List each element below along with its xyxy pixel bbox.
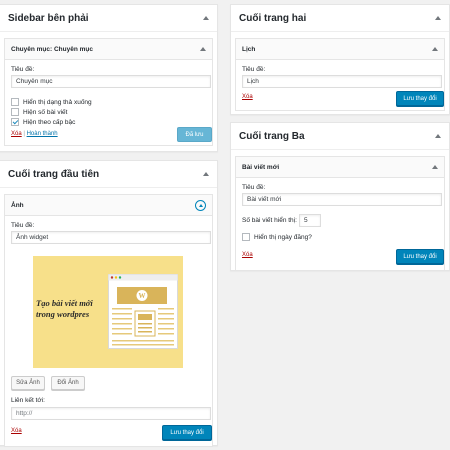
recent-posts-widget: Bài viết mới Tiêu đề: Bài viết mới Số bà… [235, 156, 445, 271]
checkbox-label: Hiện số bài viết [23, 108, 68, 116]
show-date-option[interactable]: Hiển thị ngày đăng? [242, 233, 438, 241]
collapse-arrow-icon[interactable] [203, 172, 209, 176]
post-count-label: Số bài viết hiển thị: [242, 217, 297, 224]
collapse-arrow-icon[interactable] [435, 134, 441, 138]
delete-link[interactable]: Xóa [11, 428, 22, 434]
title-label: Tiêu đề: [11, 66, 35, 73]
image-widget: Ảnh Tiêu đề: Ảnh widget Tạo bài viết mới… [4, 194, 213, 447]
title-label: Tiêu đề: [242, 184, 266, 191]
save-changes-button[interactable]: Lưu thay đổi [396, 91, 444, 106]
title-input[interactable]: Bài viết mới [242, 193, 442, 206]
title-label: Tiêu đề: [242, 66, 266, 73]
footer-three-panel: Cuối trang Ba Bài viết mới Tiêu đề: Bài … [230, 122, 450, 271]
title-input[interactable]: Chuyên mục [11, 75, 211, 88]
delete-link[interactable]: Xóa [242, 94, 253, 100]
collapse-circle-icon[interactable] [195, 199, 206, 211]
footer-one-panel: Cuối trang đầu tiên Ảnh Tiêu đề: Ảnh wid… [0, 160, 218, 447]
footer-three-header[interactable]: Cuối trang Ba [231, 123, 449, 150]
hierarchy-option[interactable]: Hiện theo cấp bậc [11, 118, 206, 126]
collapse-arrow-icon[interactable] [435, 16, 441, 20]
wordpress-post-illustration: W [108, 274, 178, 349]
recent-posts-widget-header[interactable]: Bài viết mới [236, 157, 444, 178]
edit-image-button[interactable]: Sửa Ảnh [11, 376, 45, 390]
collapse-arrow-icon[interactable] [203, 16, 209, 20]
checkbox[interactable] [242, 233, 250, 241]
show-count-option[interactable]: Hiện số bài viết [11, 108, 206, 116]
collapse-arrow-icon[interactable] [200, 47, 206, 51]
calendar-widget: Lịch Tiêu đề: Lịch Xóa Lưu thay đổi [235, 38, 445, 111]
calendar-widget-title: Lịch [242, 45, 256, 53]
footer-two-title: Cuối trang hai [239, 12, 307, 24]
sidebar-right-panel: Sidebar bên phải Chuyên mục: Chuyên mục … [0, 4, 218, 152]
footer-one-title: Cuối trang đầu tiên [8, 168, 100, 180]
categories-widget-title: Chuyên mục: Chuyên mục [11, 45, 93, 53]
checkbox-label: Hiển thị dạng thả xuống [23, 98, 92, 106]
change-image-button[interactable]: Đổi Ảnh [51, 376, 85, 390]
post-count-input[interactable]: 5 [298, 214, 321, 227]
footer-two-header[interactable]: Cuối trang hai [231, 5, 449, 32]
title-input[interactable]: Ảnh widget [11, 231, 211, 244]
checkbox-checked[interactable] [11, 118, 19, 126]
categories-widget: Chuyên mục: Chuyên mục Tiêu đề: Chuyên m… [4, 38, 213, 146]
save-changes-button[interactable]: Lưu thay đổi [162, 425, 212, 440]
save-changes-button[interactable]: Lưu thay đổi [396, 249, 444, 264]
saved-button[interactable]: Đã lưu [177, 127, 212, 142]
delete-link[interactable]: Xóa [242, 252, 253, 258]
link-separator: | [23, 131, 25, 137]
svg-text:W: W [139, 292, 146, 300]
image-widget-header[interactable]: Ảnh [5, 195, 212, 216]
image-preview: Tạo bài viết mới trong wordpres W [33, 256, 183, 368]
collapse-arrow-icon[interactable] [432, 165, 438, 169]
done-link[interactable]: Hoàn thành [27, 131, 58, 137]
dropdown-option[interactable]: Hiển thị dạng thả xuống [11, 98, 206, 106]
footer-one-header[interactable]: Cuối trang đầu tiên [0, 161, 217, 188]
title-label: Tiêu đề: [11, 222, 35, 229]
calendar-widget-header[interactable]: Lịch [236, 39, 444, 60]
categories-widget-header[interactable]: Chuyên mục: Chuyên mục [5, 39, 212, 60]
image-caption: Tạo bài viết mới trong wordpres [36, 298, 93, 319]
footer-two-panel: Cuối trang hai Lịch Tiêu đề: Lịch Xóa Lư… [230, 4, 450, 115]
image-widget-title: Ảnh [11, 201, 24, 209]
checkbox-label: Hiển thị ngày đăng? [254, 233, 312, 241]
title-input[interactable]: Lịch [242, 75, 442, 88]
link-label: Liên kết tới: [11, 397, 45, 404]
link-input[interactable]: http:// [11, 407, 211, 420]
checkbox[interactable] [11, 98, 19, 106]
delete-link[interactable]: Xóa [11, 131, 22, 137]
checkbox-label: Hiện theo cấp bậc [23, 118, 76, 126]
sidebar-right-header[interactable]: Sidebar bên phải [0, 5, 217, 32]
checkbox[interactable] [11, 108, 19, 116]
footer-three-title: Cuối trang Ba [239, 130, 305, 142]
collapse-arrow-icon[interactable] [432, 47, 438, 51]
recent-posts-widget-title: Bài viết mới [242, 163, 280, 171]
sidebar-right-title: Sidebar bên phải [8, 12, 89, 24]
